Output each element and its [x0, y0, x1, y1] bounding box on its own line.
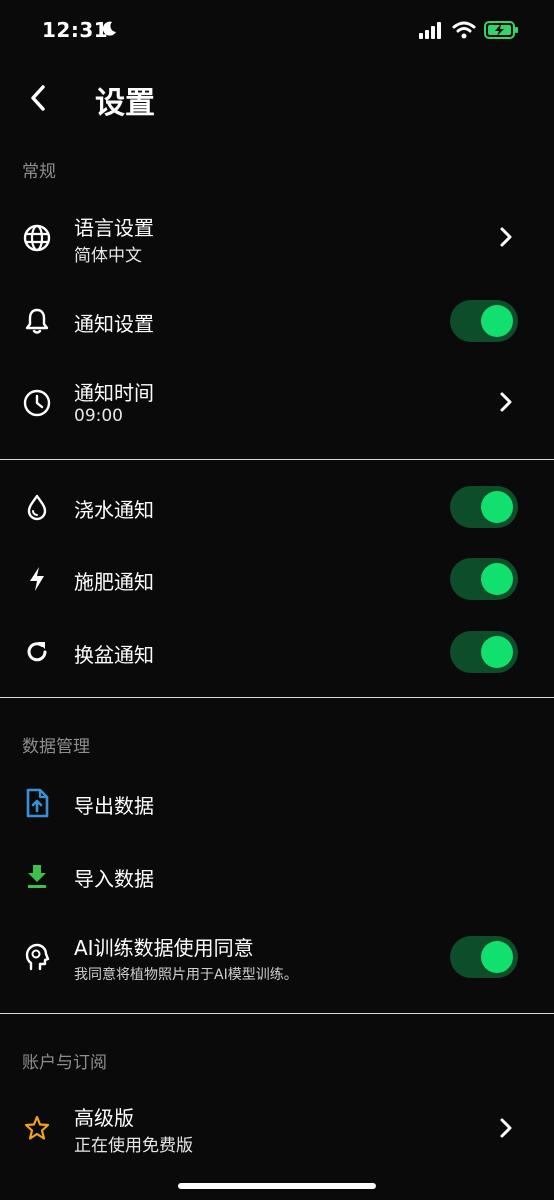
- moon-icon: [100, 20, 118, 42]
- notification-toggle[interactable]: [450, 300, 518, 342]
- chevron-right-icon: [496, 1118, 516, 1138]
- toggle-knob: [481, 563, 513, 595]
- watering-toggle[interactable]: [450, 486, 518, 528]
- ai-consent-description: 我同意将植物照片用于AI模型训练。: [74, 967, 298, 983]
- import-data-row[interactable]: 导入数据: [0, 845, 554, 907]
- divider: [0, 459, 554, 460]
- section-label-account: 账户与订阅: [22, 1053, 107, 1073]
- status-time: 12:31: [42, 18, 109, 42]
- language-title: 语言设置: [74, 216, 154, 240]
- premium-title: 高级版: [74, 1106, 134, 1130]
- ai-consent-row: AI训练数据使用同意 我同意将植物照片用于AI模型训练。: [0, 920, 554, 996]
- toggle-knob: [481, 636, 513, 668]
- notification-setting-row: 通知设置: [0, 290, 554, 352]
- watering-notification-row: 浇水通知: [0, 476, 554, 538]
- head-icon: [22, 942, 52, 972]
- toggle-knob: [481, 305, 513, 337]
- toggle-knob: [481, 941, 513, 973]
- fertilize-title: 施肥通知: [74, 570, 154, 594]
- refresh-icon: [22, 637, 52, 667]
- ai-consent-title: AI训练数据使用同意: [74, 936, 254, 960]
- water-drop-icon: [22, 492, 52, 522]
- download-icon: [22, 861, 52, 891]
- notify-time-value: 09:00: [74, 406, 123, 426]
- language-value: 简体中文: [74, 246, 142, 266]
- file-upload-icon: [22, 788, 52, 818]
- notification-title: 通知设置: [74, 312, 154, 336]
- lightning-icon: [22, 564, 52, 594]
- language-setting-row[interactable]: 语言设置 简体中文: [0, 200, 554, 276]
- fertilize-notification-row: 施肥通知: [0, 548, 554, 610]
- chevron-right-icon: [496, 392, 516, 412]
- export-data-row[interactable]: 导出数据: [0, 772, 554, 834]
- notify-time-row[interactable]: 通知时间 09:00: [0, 365, 554, 441]
- chevron-right-icon: [496, 227, 516, 247]
- import-title: 导入数据: [74, 867, 154, 891]
- signal-icon: [418, 21, 444, 43]
- export-title: 导出数据: [74, 794, 154, 818]
- ai-consent-toggle[interactable]: [450, 936, 518, 978]
- status-bar: 12:31: [0, 0, 554, 62]
- fertilize-toggle[interactable]: [450, 558, 518, 600]
- star-icon: [22, 1113, 52, 1143]
- toggle-knob: [481, 491, 513, 523]
- premium-status: 正在使用免费版: [74, 1136, 193, 1156]
- bell-icon: [22, 306, 52, 336]
- status-indicators: [418, 20, 520, 44]
- header: 设置: [0, 70, 554, 126]
- section-label-general: 常规: [22, 162, 56, 182]
- globe-icon: [22, 223, 52, 253]
- section-label-data: 数据管理: [22, 737, 90, 757]
- repot-toggle[interactable]: [450, 631, 518, 673]
- divider: [0, 697, 554, 698]
- premium-row[interactable]: 高级版 正在使用免费版: [0, 1090, 554, 1166]
- home-indicator: [178, 1183, 376, 1189]
- page-title: 设置: [95, 86, 155, 121]
- notify-time-title: 通知时间: [74, 381, 154, 405]
- back-button[interactable]: [20, 80, 56, 116]
- wifi-icon: [452, 21, 476, 43]
- chevron-left-icon: [31, 85, 45, 111]
- divider: [0, 1013, 554, 1014]
- battery-icon: [484, 20, 520, 44]
- clock-icon: [22, 388, 52, 418]
- watering-title: 浇水通知: [74, 498, 154, 522]
- repot-notification-row: 换盆通知: [0, 621, 554, 683]
- repot-title: 换盆通知: [74, 643, 154, 667]
